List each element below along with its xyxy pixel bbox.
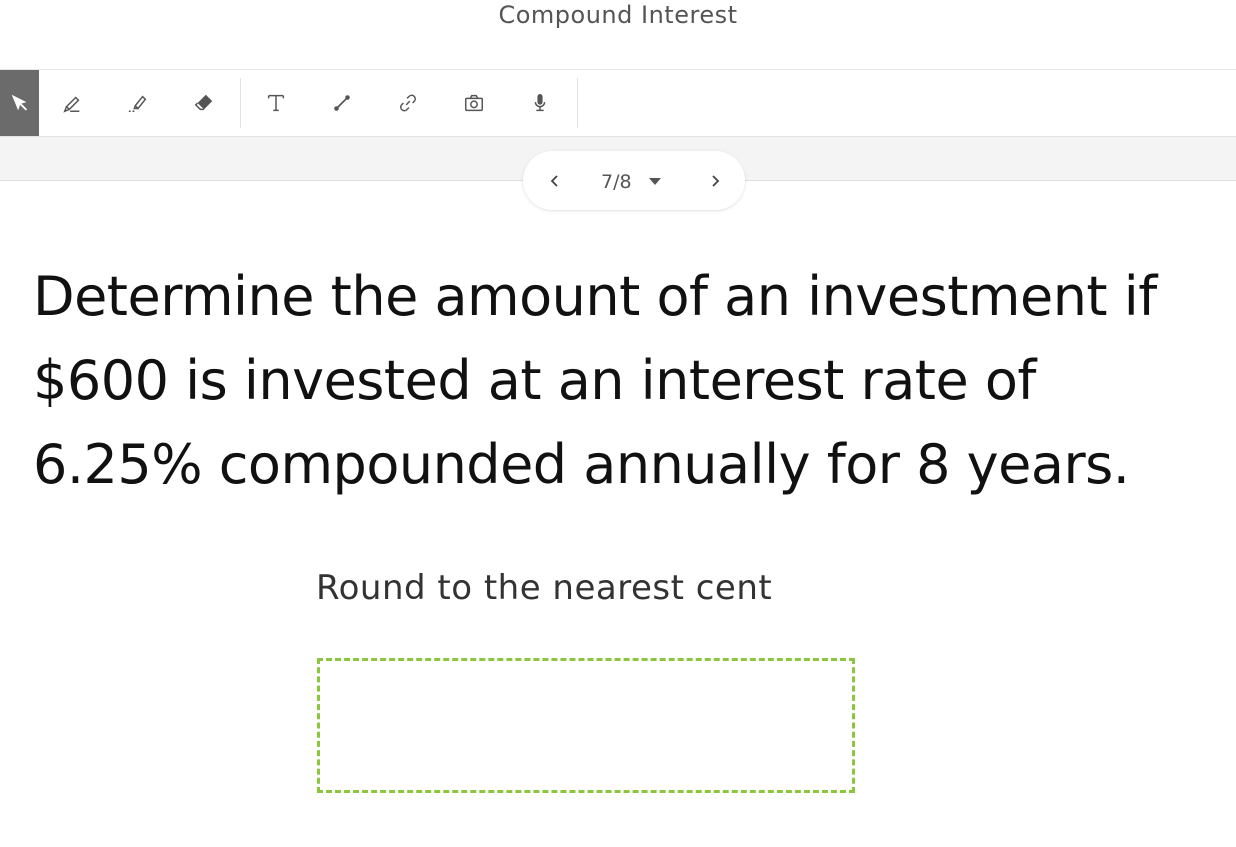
microphone-icon xyxy=(534,94,546,112)
pen-tool-button[interactable] xyxy=(39,70,105,136)
question-text: Determine the amount of an investment if… xyxy=(33,255,1233,507)
question-line: Determine the amount of an investment if xyxy=(33,265,1157,328)
question-line: 6.25% compounded annually for 8 years. xyxy=(33,433,1130,496)
slide-counter[interactable]: 7/8 xyxy=(601,151,632,210)
select-tool-button[interactable] xyxy=(0,70,39,136)
line-icon xyxy=(334,95,350,111)
text-tool-button[interactable] xyxy=(243,70,309,136)
slide-pager: 7/8 xyxy=(523,151,745,210)
top-bar: Compound Interest xyxy=(0,0,1236,70)
question-line: $600 is invested at an interest rate of xyxy=(33,349,1036,412)
previous-slide-button[interactable] xyxy=(535,151,575,210)
toolbar-separator xyxy=(577,78,578,128)
line-tool-button[interactable] xyxy=(309,70,375,136)
text-icon xyxy=(267,94,285,112)
chevron-right-icon xyxy=(712,174,720,187)
answer-input-box[interactable] xyxy=(317,658,855,793)
highlighter-icon xyxy=(128,95,147,112)
chevron-left-icon xyxy=(550,174,558,187)
link-tool-button[interactable] xyxy=(375,70,441,136)
microphone-tool-button[interactable] xyxy=(507,70,573,136)
page-title: Compound Interest xyxy=(498,0,738,29)
drawing-toolbar xyxy=(0,70,1236,137)
toolbar-separator xyxy=(240,78,241,128)
highlighter-tool-button[interactable] xyxy=(105,70,171,136)
cursor-icon xyxy=(11,94,27,111)
eraser-icon xyxy=(194,94,213,111)
eraser-tool-button[interactable] xyxy=(171,70,237,136)
pen-icon xyxy=(63,96,80,113)
link-icon xyxy=(400,94,416,112)
next-slide-button[interactable] xyxy=(695,151,735,210)
camera-icon xyxy=(465,94,483,112)
camera-tool-button[interactable] xyxy=(441,70,507,136)
instruction-text: Round to the nearest cent xyxy=(316,568,773,608)
caret-down-icon[interactable] xyxy=(649,178,661,186)
